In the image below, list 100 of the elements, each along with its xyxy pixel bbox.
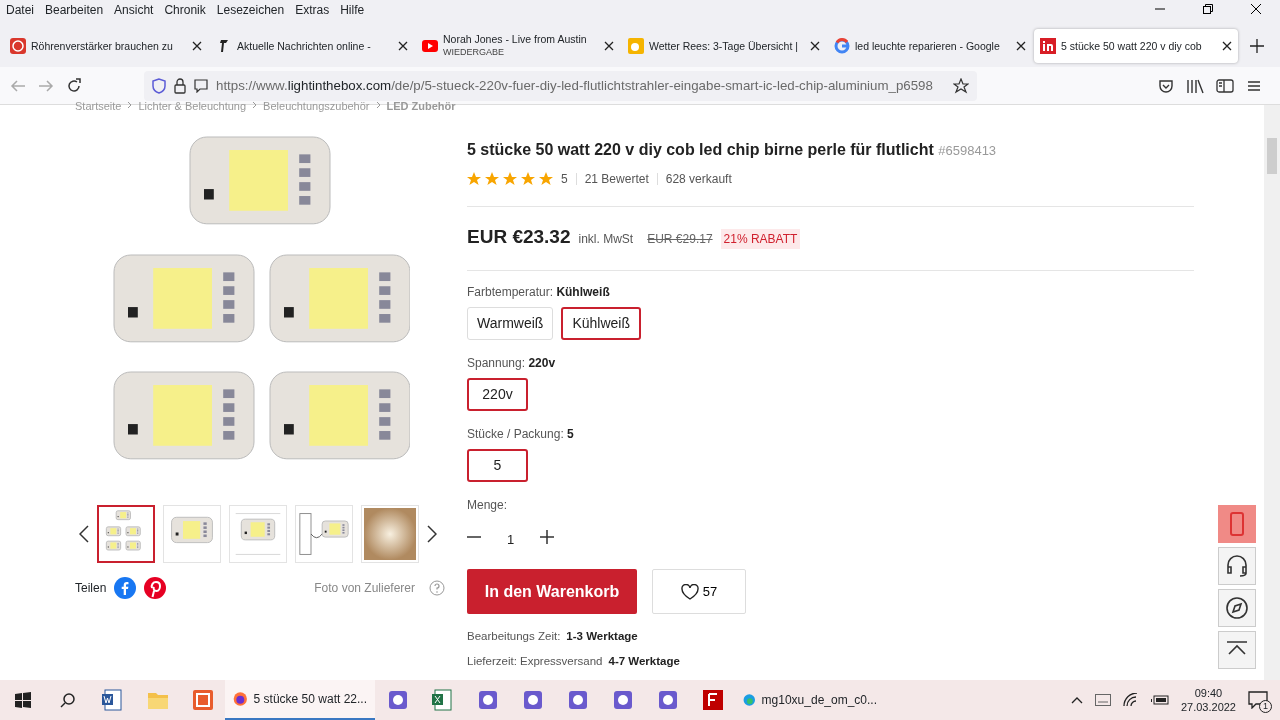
menu-item[interactable]: Datei bbox=[6, 1, 34, 19]
tab-subtitle: WIEDERGABE bbox=[443, 46, 505, 59]
battery-icon[interactable] bbox=[1150, 694, 1169, 706]
chevron-icon bbox=[127, 101, 133, 109]
bookmark-star-icon[interactable] bbox=[953, 77, 969, 94]
product-title: 5 stücke 50 watt 220 v diy cob led chip birne perle für flutlicht #6598413 bbox=[467, 140, 998, 160]
close-icon[interactable] bbox=[1222, 41, 1232, 51]
menu-item[interactable]: Bearbeiten bbox=[45, 1, 104, 19]
option-choice[interactable]: 220v bbox=[467, 377, 528, 411]
reload-icon[interactable] bbox=[66, 77, 82, 94]
browser-tab[interactable]: Norah Jones - Live from Austin WIEDERGABE bbox=[416, 29, 620, 63]
option-choice[interactable]: 5 bbox=[467, 448, 528, 482]
wishlist-button[interactable]: 57 bbox=[652, 569, 746, 614]
chevron-left-icon[interactable] bbox=[79, 525, 89, 543]
browser-tab[interactable]: 5 stücke 50 watt 220 v diy cob bbox=[1034, 29, 1238, 63]
quantity-label: Menge: bbox=[467, 496, 509, 514]
menu-item[interactable]: Extras bbox=[295, 1, 330, 19]
app-icon[interactable] bbox=[701, 689, 724, 711]
clock[interactable]: 09:40 27.03.2022 bbox=[1180, 686, 1236, 714]
menu-item[interactable]: Ansicht bbox=[114, 1, 154, 19]
sold-count: 628 verkauft bbox=[665, 171, 732, 188]
browser-tab[interactable]: led leuchte reparieren - Google bbox=[828, 29, 1032, 63]
wifi-icon[interactable] bbox=[1122, 693, 1139, 707]
star-icon bbox=[539, 172, 553, 186]
shield-icon bbox=[152, 77, 166, 94]
app-icon[interactable] bbox=[656, 689, 679, 711]
menu-item[interactable]: Lesezeichen bbox=[216, 1, 285, 19]
url-text: https://www.lightinthebox.com/de/p/5-stueck-220v-fuer-diy-led-flutlichtstrahler-eingabe-smart-ic-led-chip-aluminium_p6598 bbox=[216, 76, 933, 95]
option-label: Spannung: 220v bbox=[467, 354, 557, 372]
app-icon[interactable] bbox=[566, 689, 589, 711]
browser-tab[interactable]: Wetter Rees: 3-Tage Übersicht | bbox=[622, 29, 826, 63]
app-icon[interactable] bbox=[386, 689, 409, 711]
pinterest-icon[interactable] bbox=[144, 577, 167, 599]
site-icon bbox=[834, 38, 850, 54]
lock-icon bbox=[174, 77, 186, 94]
thumbnail[interactable] bbox=[97, 505, 155, 563]
star-icon bbox=[503, 172, 517, 186]
chevron-right-icon[interactable] bbox=[427, 525, 437, 543]
option-choice[interactable]: Warmweiß bbox=[467, 306, 554, 340]
menu-item[interactable]: Chronik bbox=[164, 1, 206, 19]
site-icon bbox=[628, 38, 644, 54]
site-icon bbox=[1040, 38, 1056, 54]
app-icon[interactable] bbox=[476, 689, 499, 711]
tab-title: led leuchte reparieren - Google bbox=[855, 39, 1001, 53]
taskbar-button[interactable]: 5 stücke 50 watt 22... bbox=[225, 680, 375, 720]
tab-title: Röhrenverstärker brauchen zu bbox=[31, 39, 174, 53]
browser-tab[interactable]: Aktuelle Nachrichten online - bbox=[210, 29, 414, 63]
app-icon[interactable] bbox=[611, 689, 634, 711]
price: EUR €23.32 bbox=[467, 225, 571, 249]
message-icon bbox=[1248, 691, 1268, 709]
tab-title: Aktuelle Nachrichten online - bbox=[237, 39, 372, 53]
compass-icon[interactable] bbox=[1225, 596, 1249, 620]
quantity-value: 1 bbox=[507, 530, 515, 549]
restore-icon[interactable] bbox=[1203, 4, 1213, 14]
star-icon bbox=[485, 172, 499, 186]
search-icon[interactable] bbox=[59, 692, 76, 708]
star-icon bbox=[467, 172, 481, 186]
close-icon[interactable] bbox=[810, 41, 820, 51]
spreadsheet-icon[interactable] bbox=[431, 689, 454, 711]
library-icon[interactable] bbox=[1186, 77, 1204, 94]
site-icon bbox=[422, 38, 438, 54]
sidebar-icon[interactable] bbox=[1216, 77, 1234, 94]
option-choice[interactable]: Kühlweiß bbox=[561, 306, 641, 340]
app-icon[interactable] bbox=[521, 689, 544, 711]
close-icon[interactable] bbox=[1016, 41, 1026, 51]
plus-icon[interactable] bbox=[540, 530, 555, 545]
app-icon[interactable] bbox=[191, 689, 214, 711]
scrollbar-thumb[interactable] bbox=[1267, 138, 1277, 174]
tax-note: inkl. MwSt bbox=[578, 231, 634, 248]
tab-title: Norah Jones - Live from Austin bbox=[443, 33, 588, 46]
close-icon[interactable] bbox=[398, 41, 408, 51]
review-count[interactable]: 21 Bewertet bbox=[584, 170, 649, 188]
keyboard-icon[interactable] bbox=[1094, 694, 1111, 706]
taskbar-button[interactable]: mg10xu_de_om_c0... bbox=[735, 680, 885, 720]
message-icon bbox=[194, 78, 208, 93]
heart-icon bbox=[680, 583, 699, 600]
old-price: EUR €29.17 bbox=[647, 231, 713, 248]
chevron-up-icon[interactable] bbox=[1070, 696, 1083, 704]
document-icon[interactable] bbox=[101, 689, 124, 711]
new-tab-icon[interactable] bbox=[1250, 39, 1264, 53]
windows-start-icon[interactable] bbox=[14, 692, 31, 708]
browser-tab[interactable]: Röhrenverstärker brauchen zu bbox=[4, 29, 208, 63]
close-icon[interactable] bbox=[604, 41, 614, 51]
close-icon[interactable] bbox=[192, 41, 202, 51]
headset-icon[interactable] bbox=[1225, 554, 1249, 578]
close-icon[interactable] bbox=[1251, 4, 1261, 14]
pocket-icon[interactable] bbox=[1158, 77, 1174, 94]
photo-placeholder bbox=[364, 508, 416, 560]
shipping-info: Lieferzeit: Expressversand 4-7 Werktage bbox=[467, 654, 681, 670]
address-bar[interactable]: https://www.lightinthebox.com/de/p/5-stueck-220v-fuer-diy-led-flutlichtstrahler-eingabe-smart-ic-led-chip-aluminium_p6598 bbox=[144, 70, 977, 101]
menu-item[interactable]: Hilfe bbox=[340, 1, 365, 19]
rating-value: 5 bbox=[561, 171, 568, 188]
option-label: Farbtemperatur: Kühlweiß bbox=[467, 283, 611, 301]
site-icon bbox=[10, 38, 26, 54]
discount-tag: 21% RABATT bbox=[720, 229, 801, 249]
chevron-icon bbox=[375, 101, 381, 109]
shipping-info: Bearbeitungs Zeit: 1-3 Werktage bbox=[467, 629, 639, 644]
option-label: Stücke / Packung: 5 bbox=[467, 425, 575, 443]
facebook-icon[interactable] bbox=[114, 577, 137, 599]
add-to-cart-button[interactable]: In den Warenkorb bbox=[467, 569, 637, 614]
